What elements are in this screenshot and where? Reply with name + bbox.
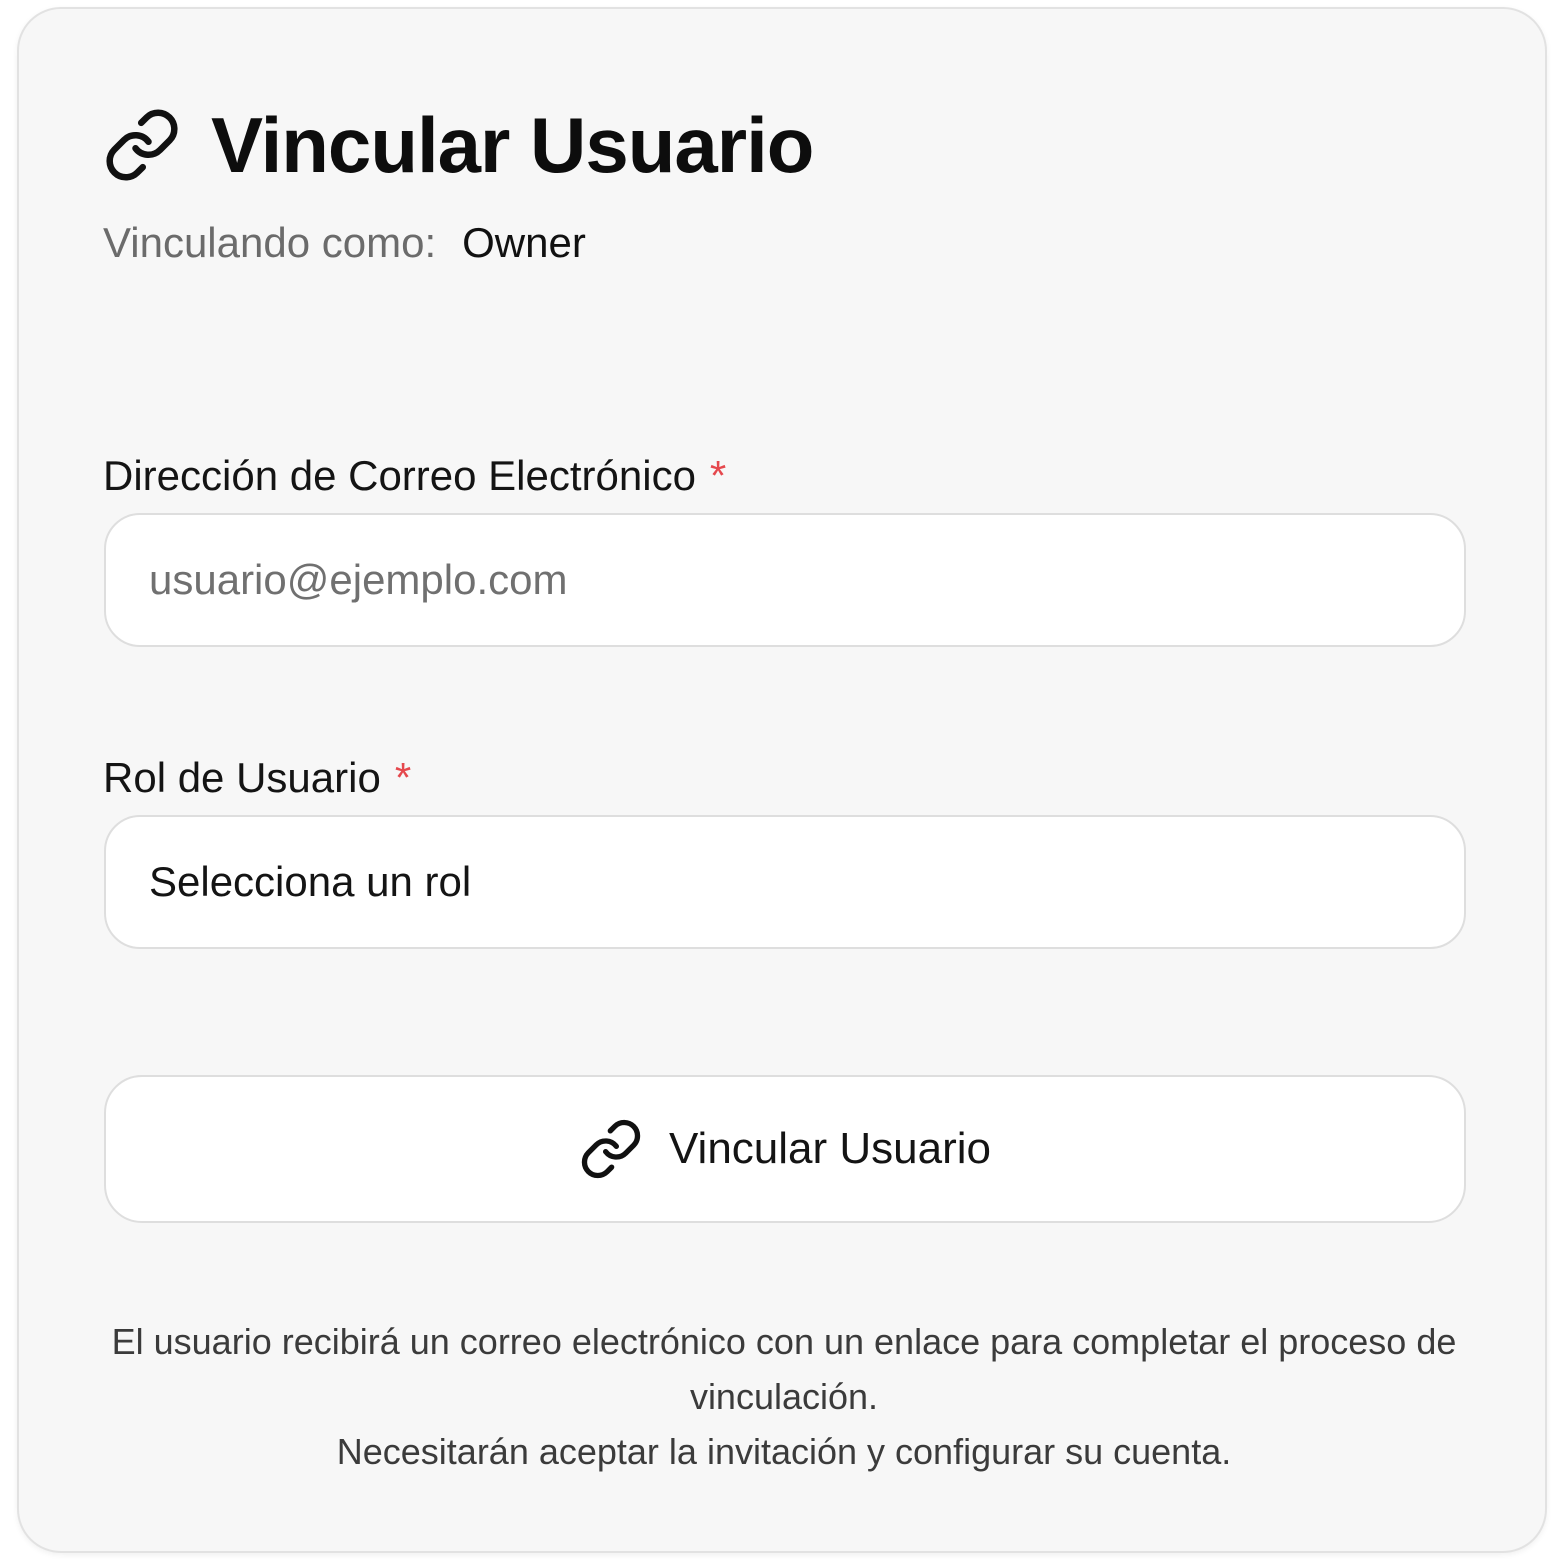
link-user-card: Vincular Usuario Vinculando como: Owner D… [17,7,1547,1553]
linking-as-text: Vinculando como: Owner [103,217,586,269]
link-user-button[interactable]: Vincular Usuario [104,1075,1466,1223]
required-asterisk: * [394,754,412,801]
link-user-button-label: Vincular Usuario [668,1124,991,1173]
role-selected-value: Selecciona un rol [149,858,472,905]
email-placeholder: usuario@ejemplo.com [149,556,568,603]
info-note-line: Necesitarán aceptar la invitación y conf… [336,1431,1232,1472]
role-label-text: Rol de Usuario [103,754,381,801]
info-note-line: El usuario recibirá un correo electrónic… [111,1321,1457,1417]
linking-as-label: Vinculando como: [103,219,437,266]
page-title: Vincular Usuario [211,101,814,189]
role-label: Rol de Usuario * [103,752,411,804]
role-select[interactable]: Selecciona un rol [104,815,1466,949]
linking-as-value: Owner [462,219,586,266]
info-note: El usuario recibirá un correo electrónic… [103,1314,1465,1479]
email-field[interactable]: usuario@ejemplo.com [104,513,1466,647]
link-icon [579,1117,643,1181]
link-icon [103,106,181,184]
required-asterisk: * [709,452,727,499]
email-label: Dirección de Correo Electrónico * [103,450,726,502]
header: Vincular Usuario [103,95,814,195]
email-label-text: Dirección de Correo Electrónico [103,452,696,499]
